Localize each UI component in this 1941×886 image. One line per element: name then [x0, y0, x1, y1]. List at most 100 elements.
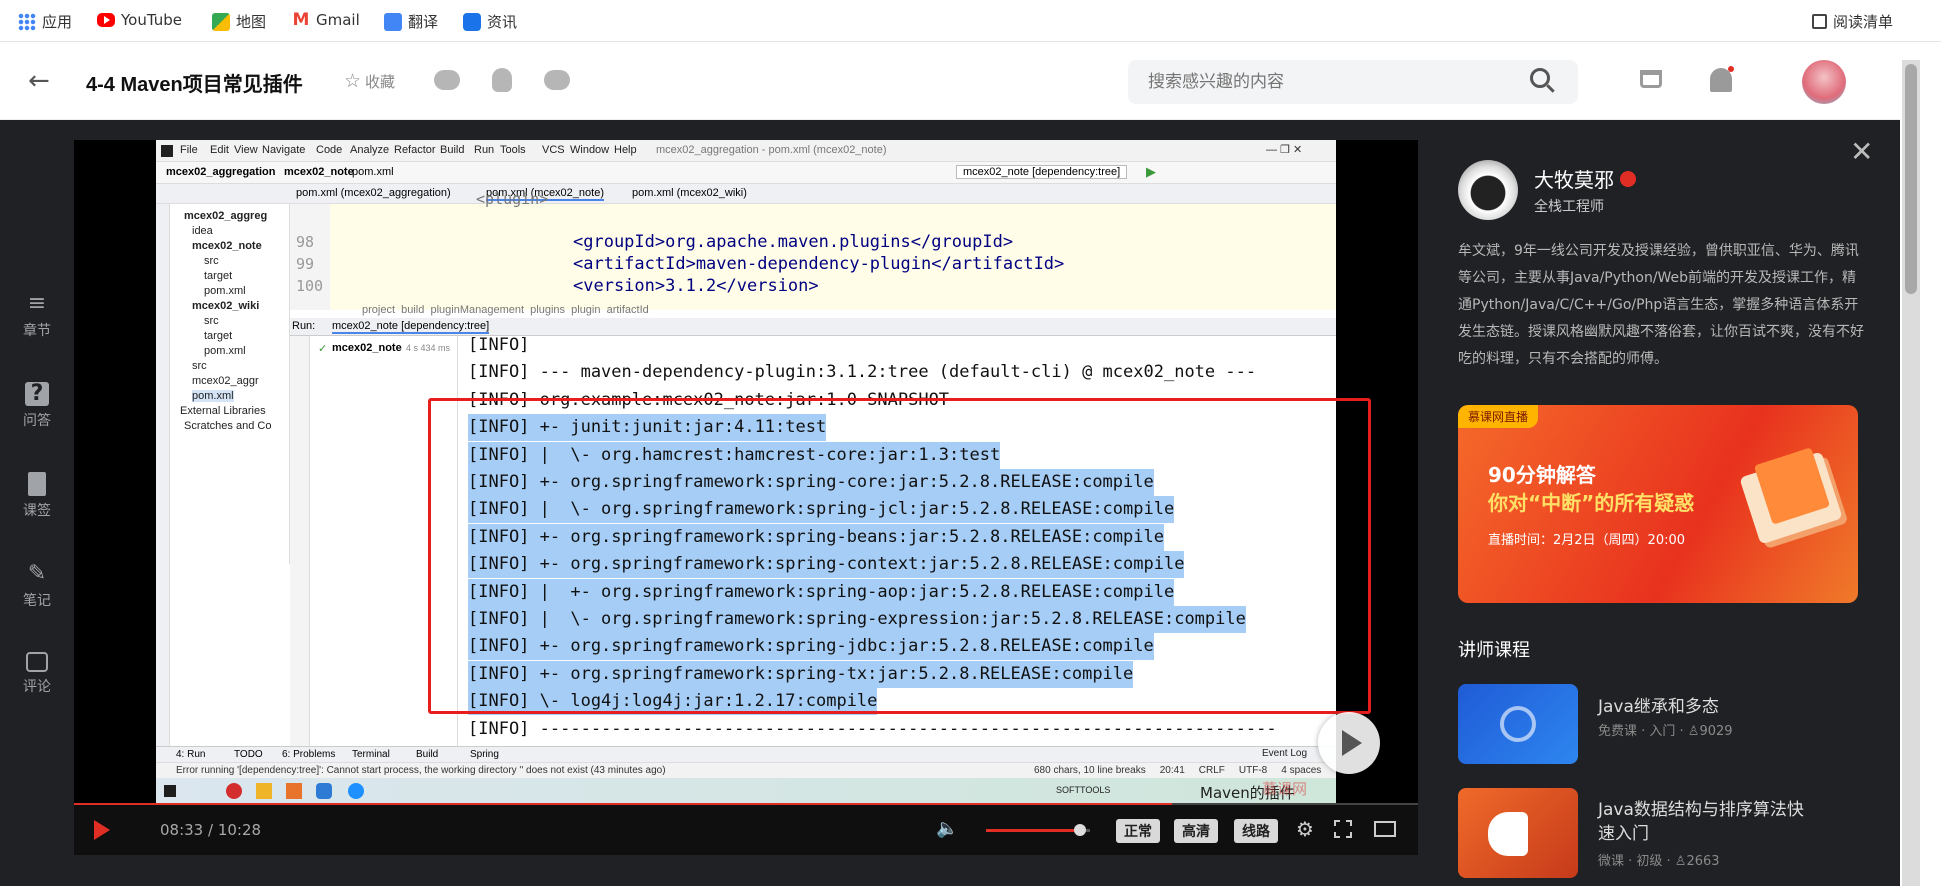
rail-item-comment[interactable]: 评论 [0, 652, 74, 696]
run-side-toolbar [290, 336, 310, 746]
bottom-tab[interactable]: 4: Run [176, 749, 205, 760]
ide-menu-item[interactable]: File [180, 144, 198, 156]
live-banner[interactable]: 慕课网直播 90分钟解答 你对“中断”的所有疑惑 直播时间：2月2日（周四）20… [1458, 405, 1858, 603]
project-tree-item[interactable]: External Libraries [180, 405, 266, 417]
qq-icon[interactable] [492, 68, 512, 92]
nav-crumb[interactable]: pom.xml [352, 166, 394, 178]
bottom-tab[interactable]: Build [416, 749, 438, 760]
project-tree-item[interactable]: pom.xml [204, 345, 246, 357]
project-tree: mcex02_aggregidea mcex02_notesrc target pom… [170, 204, 290, 564]
bottom-tab[interactable]: 6: Problems [282, 749, 335, 760]
ide-menu-item[interactable]: Tools [500, 144, 526, 156]
bookmark-translate[interactable]: 翻译 [384, 11, 438, 32]
nav-crumb[interactable]: mcex02_aggregation [166, 166, 275, 178]
ide-menu-item[interactable]: Run [474, 144, 494, 156]
project-tree-item[interactable]: mcex02_aggr [192, 375, 259, 387]
course-card[interactable]: Java继承和多态 免费课 · 入门 · ♙9029 [1458, 684, 1878, 764]
bookmark-gmail[interactable]: M Gmail [292, 11, 360, 29]
ide-menu-item[interactable]: Build [440, 144, 464, 156]
volume-slider[interactable] [986, 824, 1090, 836]
pip-icon[interactable] [1374, 821, 1396, 837]
play-pause-button[interactable] [94, 820, 110, 840]
ide-menu-item[interactable]: Analyze [350, 144, 389, 156]
favorite-button[interactable]: ☆ 收藏 [344, 70, 395, 92]
ide-menu-item[interactable]: Navigate [262, 144, 305, 156]
bottom-tab[interactable]: Terminal [352, 749, 390, 760]
project-tree-item[interactable]: pom.xml [204, 285, 246, 297]
status-item: UTF-8 [1238, 765, 1268, 776]
ide-menu-item[interactable]: Refactor [394, 144, 436, 156]
translate-icon [384, 12, 402, 31]
search-icon-handle [1546, 84, 1555, 93]
course-thumbnail [1458, 788, 1578, 878]
avatar[interactable] [1802, 60, 1846, 104]
bookmark-news[interactable]: 资讯 [463, 11, 517, 32]
rail-item-notes[interactable]: ✎ 笔记 [0, 562, 74, 610]
event-log[interactable]: Event Log [1262, 748, 1307, 759]
favorite-label: 收藏 [365, 72, 396, 91]
project-tree-item[interactable]: src [204, 315, 219, 327]
project-tree-item[interactable]: src [192, 360, 207, 372]
ide-menu-item[interactable]: View [234, 144, 258, 156]
wechat-icon[interactable] [434, 70, 460, 90]
cart-icon[interactable] [1640, 70, 1662, 88]
project-tree-item[interactable]: target [204, 270, 232, 282]
teacher-avatar[interactable] [1458, 160, 1518, 220]
reading-list[interactable]: 阅读清单 [1812, 11, 1893, 32]
run-tab[interactable]: mcex02_note [dependency:tree] [332, 320, 490, 334]
search-input[interactable] [1148, 69, 1508, 95]
back-arrow-icon[interactable]: ← [28, 66, 50, 96]
ide-menu-item[interactable]: Edit [210, 144, 229, 156]
search-box[interactable] [1128, 60, 1578, 104]
bookmark-maps[interactable]: 地图 [212, 11, 266, 32]
bookmark-label: Gmail [316, 11, 360, 29]
run-icon[interactable]: ▶ [1146, 164, 1156, 180]
quality-high-button[interactable]: 高清 [1174, 819, 1218, 843]
nav-crumb[interactable]: mcex02_note [284, 166, 354, 178]
project-tree-item[interactable]: target [204, 330, 232, 342]
teacher-name[interactable]: 大牧莫邪 [1534, 164, 1636, 193]
bookmark-youtube[interactable]: YouTube [97, 11, 182, 29]
page-scrollbar-thumb[interactable] [1905, 64, 1917, 294]
project-tree-item[interactable]: Scratches and Co [184, 420, 271, 432]
run-tree-item[interactable]: mcex02_note [332, 342, 402, 354]
fullscreen-icon[interactable] [1334, 820, 1352, 838]
bottom-tab[interactable]: TODO [234, 749, 263, 760]
course-card[interactable]: Java数据结构与排序算法快速入门 微课 · 初级 · ♙2663 [1458, 788, 1878, 878]
bookmark-apps[interactable]: 应用 [18, 11, 72, 32]
weibo-icon[interactable] [544, 70, 570, 90]
ide-menu-item[interactable]: Code [316, 144, 342, 156]
course-thumbnail [1458, 684, 1578, 764]
close-icon[interactable]: ✕ [1850, 138, 1873, 166]
teacher-title: 全栈工程师 [1534, 199, 1604, 215]
editor-tab[interactable]: pom.xml (mcex02_wiki) [632, 187, 747, 199]
quality-normal-button[interactable]: 正常 [1116, 819, 1160, 843]
project-tree-item[interactable]: mcex02_aggreg [184, 210, 267, 222]
rail-item-qa[interactable]: ? 问答 [0, 382, 74, 430]
play-overlay-button[interactable] [1318, 712, 1380, 774]
course-learners: 2663 [1686, 854, 1720, 869]
project-tree-item[interactable]: src [204, 255, 219, 267]
bottom-tab[interactable]: Spring [470, 749, 499, 760]
settings-gear-icon[interactable]: ⚙ [1296, 817, 1314, 841]
ide-menu-item[interactable]: Help [614, 144, 637, 156]
taskbar-app-icon [286, 783, 302, 799]
rail-item-chapters[interactable]: ≡ 章节 [0, 292, 74, 340]
ide-menu-item[interactable]: VCS [542, 144, 565, 156]
youtube-icon [97, 13, 115, 27]
volume-knob[interactable] [1073, 824, 1086, 836]
ide-menubar: File Edit View Navigate Code Analyze Refactor B… [156, 140, 1336, 162]
volume-icon[interactable]: 🔈 [936, 818, 958, 839]
rail-item-bookmark[interactable]: 课签 [0, 472, 74, 520]
ide-menu-item[interactable]: Window [570, 144, 609, 156]
project-tree-item[interactable]: pom.xml [192, 390, 234, 402]
run-config-select[interactable]: mcex02_note [dependency:tree] [956, 165, 1128, 179]
star-icon: ☆ [344, 70, 362, 92]
volume-fill [986, 829, 1080, 832]
project-tree-item[interactable]: mcex02_wiki [192, 300, 259, 312]
route-button[interactable]: 线路 [1234, 819, 1278, 843]
project-tree-item[interactable]: idea [192, 225, 213, 237]
editor-tab[interactable]: pom.xml (mcex02_aggregation) [296, 187, 451, 199]
editor-line: <groupId>org.apache.maven.plugins</group… [573, 232, 1014, 252]
project-tree-item[interactable]: mcex02_note [192, 240, 262, 252]
